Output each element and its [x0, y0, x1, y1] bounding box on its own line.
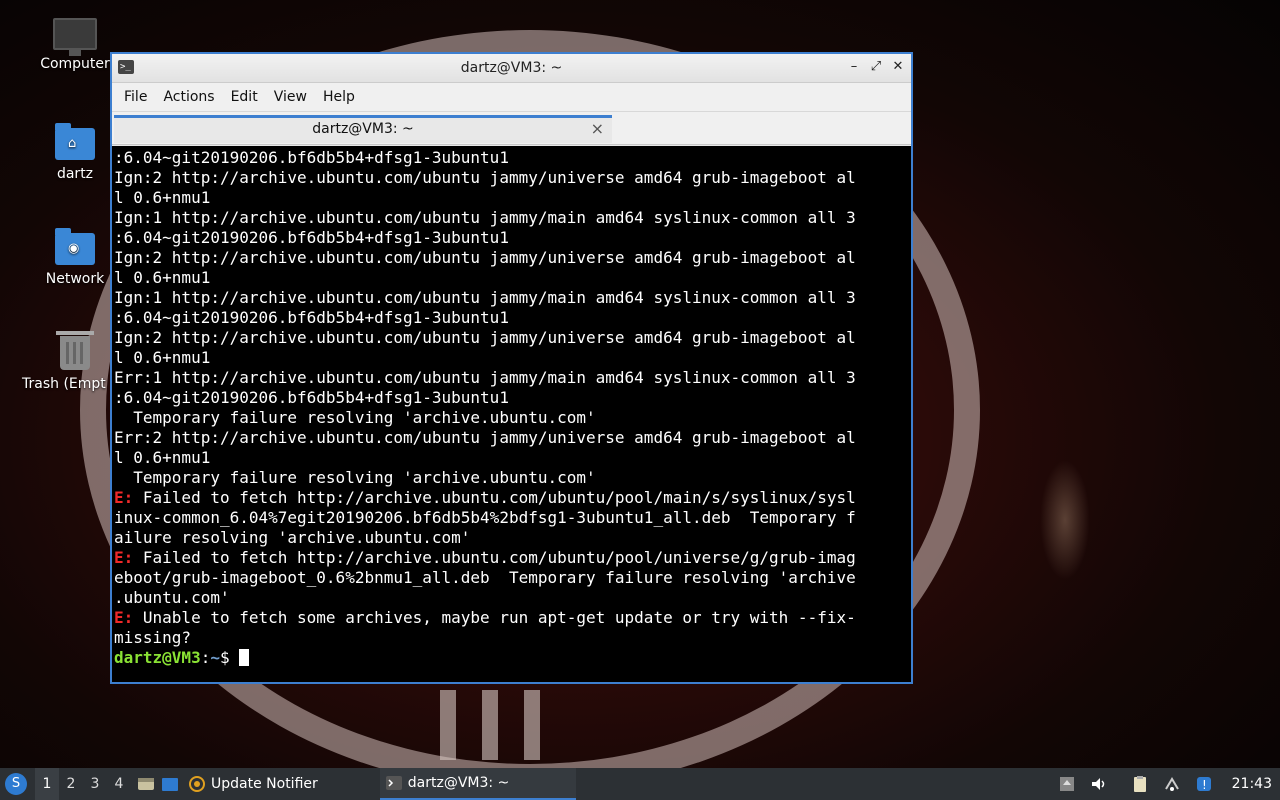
prompt-user: dartz@VM3	[114, 648, 201, 667]
desktop-icon-label: dartz	[56, 166, 94, 182]
window-titlebar[interactable]: >_ dartz@VM3: ~ – ⤢ ✕	[112, 54, 911, 83]
menu-help[interactable]: Help	[315, 89, 363, 105]
tab-label: dartz@VM3: ~	[312, 121, 414, 137]
error-text: Failed to fetch http://archive.ubuntu.co…	[133, 548, 856, 567]
terminal-line: Err:1 http://archive.ubuntu.com/ubuntu j…	[114, 368, 856, 387]
workspace-3[interactable]: 3	[83, 768, 107, 800]
wallpaper-stripe	[440, 690, 456, 760]
terminal-line: eboot/grub-imageboot_0.6%2bnmu1_all.deb …	[114, 568, 856, 587]
close-button[interactable]: ✕	[891, 59, 905, 75]
terminal-window[interactable]: >_ dartz@VM3: ~ – ⤢ ✕ File Actions Edit …	[110, 52, 913, 684]
menu-actions[interactable]: Actions	[155, 89, 222, 105]
terminal-line: inux-common_6.04%7egit20190206.bf6db5b4%…	[114, 508, 856, 527]
desktop-icon-label: Trash (Empt	[22, 376, 106, 392]
desktop-icon-home[interactable]: ⌂ dartz	[30, 123, 120, 182]
terminal-prompt-line[interactable]: dartz@VM3:~$	[114, 648, 911, 668]
terminal-line: Ign:2 http://archive.ubuntu.com/ubuntu j…	[114, 168, 856, 187]
workspace-1[interactable]: 1	[35, 768, 59, 800]
desktop-icon-label: Computer	[40, 56, 110, 72]
wallpaper-stripe	[482, 690, 498, 760]
terminal-line: Temporary failure resolving 'archive.ubu…	[114, 468, 596, 487]
terminal-line: :6.04~git20190206.bf6db5b4+dfsg1-3ubuntu…	[114, 228, 509, 247]
terminal-line: l 0.6+nmu1	[114, 188, 211, 207]
system-tray: ! 21:43	[1051, 768, 1280, 800]
file-manager-icon[interactable]	[161, 776, 179, 792]
trash-icon	[56, 331, 94, 370]
svg-text:!: !	[1202, 778, 1207, 792]
clipboard-icon[interactable]	[1131, 775, 1149, 793]
terminal-line: l 0.6+nmu1	[114, 448, 211, 467]
terminal-icon	[385, 776, 402, 790]
desktop-icon-label: Network	[45, 271, 105, 287]
menu-bar: File Actions Edit View Help	[112, 83, 911, 112]
prompt-symbol: $	[219, 648, 240, 667]
terminal-line: :6.04~git20190206.bf6db5b4+dfsg1-3ubuntu…	[114, 148, 509, 167]
update-icon[interactable]: !	[1195, 775, 1213, 793]
workspace-2[interactable]: 2	[59, 768, 83, 800]
menu-edit[interactable]: Edit	[223, 89, 266, 105]
tab-terminal[interactable]: dartz@VM3: ~ ×	[114, 115, 612, 143]
terminal-line: Temporary failure resolving 'archive.ubu…	[114, 408, 596, 427]
home-folder-icon: ⌂	[55, 123, 95, 160]
terminal-line: Ign:2 http://archive.ubuntu.com/ubuntu j…	[114, 328, 856, 347]
terminal-app-icon: >_	[118, 60, 134, 74]
terminal-line: ailure resolving 'archive.ubuntu.com'	[114, 528, 471, 547]
desktop-icon-computer[interactable]: Computer	[30, 18, 120, 72]
error-prefix: E:	[114, 608, 134, 627]
terminal-output[interactable]: :6.04~git20190206.bf6db5b4+dfsg1-3ubuntu…	[112, 146, 911, 682]
error-text: Unable to fetch some archives, maybe run…	[133, 608, 856, 627]
terminal-line: Ign:2 http://archive.ubuntu.com/ubuntu j…	[114, 248, 856, 267]
start-menu-icon[interactable]: S	[5, 773, 27, 795]
task-label: dartz@VM3: ~	[407, 775, 510, 791]
update-notifier-icon	[189, 776, 205, 792]
terminal-line: E: Failed to fetch http://archive.ubuntu…	[114, 548, 911, 568]
clock[interactable]: 21:43	[1232, 776, 1272, 792]
desktop-icon-trash[interactable]: Trash (Empt	[22, 331, 122, 392]
error-text: Failed to fetch http://archive.ubuntu.co…	[133, 488, 856, 507]
terminal-line: :6.04~git20190206.bf6db5b4+dfsg1-3ubuntu…	[114, 388, 509, 407]
network-folder-icon: ◉	[55, 228, 95, 265]
task-terminal[interactable]: dartz@VM3: ~	[379, 768, 576, 800]
terminal-line: :6.04~git20190206.bf6db5b4+dfsg1-3ubuntu…	[114, 308, 509, 327]
window-title: dartz@VM3: ~	[460, 60, 563, 76]
disk-icon[interactable]	[1058, 775, 1076, 793]
minimize-button[interactable]: –	[847, 59, 861, 75]
network-icon[interactable]	[1163, 775, 1181, 793]
desktop-icon-network[interactable]: ◉ Network	[30, 228, 120, 287]
tab-bar: dartz@VM3: ~ ×	[112, 112, 911, 145]
workspace-4[interactable]: 4	[107, 768, 131, 800]
terminal-line: E: Unable to fetch some archives, maybe …	[114, 608, 911, 628]
prompt-separator: :	[200, 648, 211, 667]
menu-view[interactable]: View	[266, 89, 315, 105]
text-cursor	[239, 649, 250, 666]
maximize-button[interactable]: ⤢	[869, 59, 883, 75]
terminal-line: .ubuntu.com'	[114, 588, 230, 607]
terminal-line: Err:2 http://archive.ubuntu.com/ubuntu j…	[114, 428, 856, 447]
prompt-path: ~	[210, 648, 220, 667]
terminal-line: Ign:1 http://archive.ubuntu.com/ubuntu j…	[114, 208, 856, 227]
task-label: Update Notifier	[211, 776, 318, 792]
terminal-line: Ign:1 http://archive.ubuntu.com/ubuntu j…	[114, 288, 856, 307]
tab-close-icon[interactable]: ×	[591, 119, 604, 138]
terminal-line: l 0.6+nmu1	[114, 268, 211, 287]
error-prefix: E:	[114, 488, 134, 507]
wallpaper-glow	[1040, 460, 1090, 580]
task-update-notifier[interactable]: Update Notifier	[183, 768, 324, 800]
taskbar: S 1 2 3 4 Update Notifier dartz@VM3: ~ !…	[0, 768, 1280, 800]
menu-file[interactable]: File	[116, 89, 155, 105]
error-prefix: E:	[114, 548, 134, 567]
volume-icon[interactable]	[1090, 775, 1108, 793]
wallpaper-stripe	[524, 690, 540, 760]
computer-icon	[53, 18, 97, 56]
show-desktop-icon[interactable]	[137, 776, 155, 792]
terminal-line: E: Failed to fetch http://archive.ubuntu…	[114, 488, 911, 508]
terminal-line: missing?	[114, 628, 192, 647]
terminal-line: l 0.6+nmu1	[114, 348, 211, 367]
